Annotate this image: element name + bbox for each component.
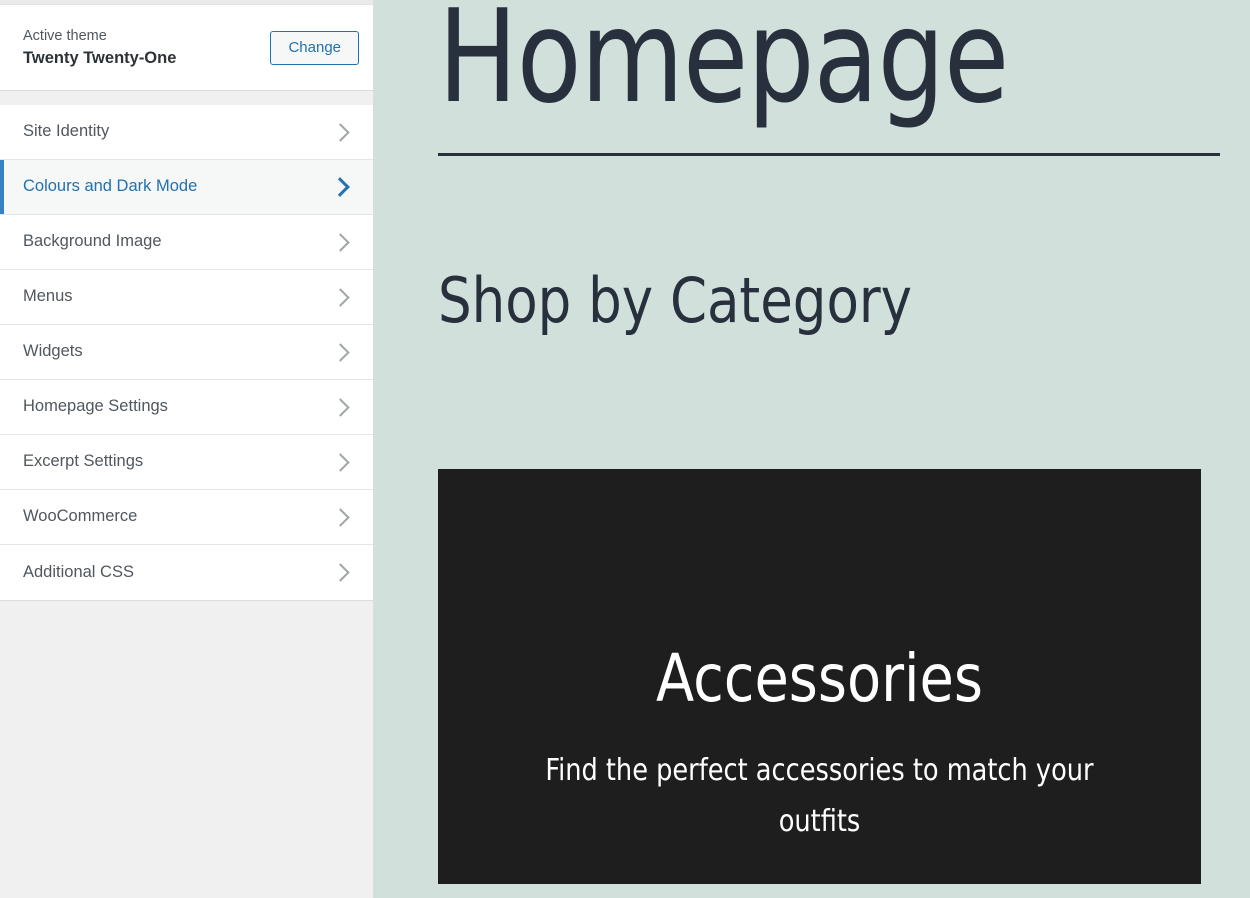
customizer-sidebar: Active theme Twenty Twenty-One Change Si… <box>0 0 374 898</box>
active-theme-meta: Active theme Twenty Twenty-One <box>23 27 176 69</box>
chevron-right-icon <box>331 563 350 582</box>
sidebar-item-label: Additional CSS <box>23 562 134 581</box>
panel-spacer <box>0 91 373 105</box>
customizer-screen: Active theme Twenty Twenty-One Change Si… <box>0 0 1250 898</box>
sidebar-item-additional-css[interactable]: Additional CSS <box>0 545 373 600</box>
preview-site-title: Homepage <box>438 0 1009 132</box>
active-theme-label: Active theme <box>23 27 107 44</box>
chevron-right-icon <box>331 507 350 527</box>
category-card-description: Find the perfect accessories to match yo… <box>545 752 1094 840</box>
sidebar-item-woocommerce[interactable]: WooCommerce <box>0 490 373 545</box>
sidebar-item-colours-and-dark-mode[interactable]: Colours and Dark Mode <box>0 160 373 215</box>
chevron-right-icon <box>331 232 350 252</box>
sidebar-item-label: Background Image <box>23 232 162 251</box>
sidebar-item-homepage-settings[interactable]: Homepage Settings <box>0 380 373 435</box>
site-preview-frame[interactable]: Homepage Shop by Category Accessories Fi… <box>374 0 1250 898</box>
customizer-section-list: Site Identity Colours and Dark Mode Backgr… <box>0 105 373 601</box>
active-theme-header: Active theme Twenty Twenty-One Change <box>0 5 373 91</box>
chevron-right-icon <box>331 342 350 362</box>
chevron-right-icon <box>331 122 350 142</box>
sidebar-item-label: Homepage Settings <box>23 397 168 416</box>
sidebar-item-label: Widgets <box>23 342 83 361</box>
preview-content: Homepage Shop by Category Accessories Fi… <box>374 0 1250 884</box>
change-theme-button[interactable]: Change <box>270 30 359 65</box>
chevron-right-icon <box>330 177 350 197</box>
sidebar-item-label: Excerpt Settings <box>23 452 144 471</box>
sidebar-item-widgets[interactable]: Widgets <box>0 325 373 380</box>
preview-section-heading: Shop by Category <box>438 264 912 338</box>
sidebar-item-label: WooCommerce <box>23 507 138 526</box>
chevron-right-icon <box>331 397 350 417</box>
sidebar-item-site-identity[interactable]: Site Identity <box>0 105 373 160</box>
sidebar-item-excerpt-settings[interactable]: Excerpt Settings <box>0 435 373 490</box>
sidebar-item-background-image[interactable]: Background Image <box>0 215 373 270</box>
sidebar-item-label: Menus <box>23 287 73 306</box>
sidebar-item-menus[interactable]: Menus <box>0 270 373 325</box>
sidebar-item-label: Colours and Dark Mode <box>23 177 198 196</box>
chevron-right-icon <box>331 452 350 472</box>
category-card-title: Accessories <box>655 640 983 717</box>
category-card-accessories[interactable]: Accessories Find the perfect accessories… <box>438 469 1201 884</box>
title-divider-rule <box>438 153 1220 157</box>
sidebar-item-label: Site Identity <box>23 122 110 141</box>
chevron-right-icon <box>331 287 350 307</box>
active-theme-name: Twenty Twenty-One <box>23 48 177 67</box>
